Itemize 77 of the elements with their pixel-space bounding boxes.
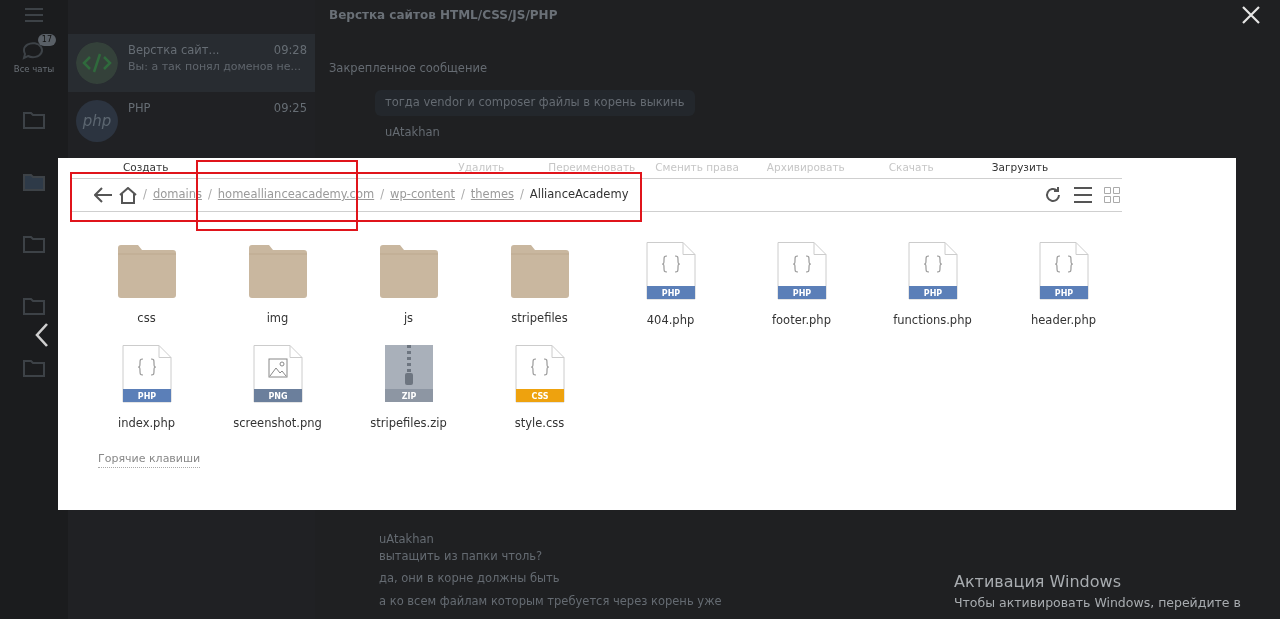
file-item[interactable]: js <box>343 242 474 330</box>
grid-view-icon[interactable] <box>1104 187 1120 203</box>
file-item[interactable]: img <box>212 242 343 330</box>
file-name: js <box>403 310 414 327</box>
folder-icon <box>117 242 176 298</box>
file-item[interactable]: ZIP stripefiles.zip <box>343 345 474 433</box>
file-name: style.css <box>514 415 565 433</box>
message-bubble: тогда vendor и composer файлы в корень выкинь <box>375 90 695 116</box>
file-item[interactable]: css <box>81 242 212 330</box>
code-file-icon: PHP <box>645 242 696 300</box>
code-file-icon: PHP <box>1038 242 1089 300</box>
message-text: да, они в корне должны быть <box>379 570 560 588</box>
file-name: index.php <box>118 415 175 433</box>
message-author: uAtakhan <box>385 123 440 141</box>
folder-icon <box>379 242 438 298</box>
file-item[interactable]: CSS style.css <box>474 345 605 433</box>
toolbar-button[interactable]: Загрузить <box>991 160 1049 176</box>
folder-tab[interactable]: Все чаты 17 <box>10 32 58 84</box>
zip-file-icon: ZIP <box>383 345 434 404</box>
code-file-icon: PHP <box>776 242 827 300</box>
file-item[interactable]: PHP header.php <box>998 242 1129 330</box>
file-name: 404.php <box>646 312 695 329</box>
file-name: stripefiles <box>511 310 568 327</box>
refresh-icon[interactable] <box>1044 186 1062 204</box>
chat-time: 09:25 <box>273 100 307 117</box>
file-item[interactable]: PHP functions.php <box>867 242 998 330</box>
file-item[interactable]: PHP index.php <box>81 345 212 433</box>
chat-preview: Вы: а так понял доменов не... <box>128 59 302 76</box>
file-name: footer.php <box>772 312 831 329</box>
code-avatar-icon <box>76 42 118 84</box>
chevron-left-icon[interactable] <box>34 322 50 348</box>
file-item[interactable]: PNG screenshot.png <box>212 345 343 433</box>
folder-icon <box>248 242 307 298</box>
activation-title: Активация Windows <box>954 571 1122 593</box>
chat-time: 09:28 <box>273 42 307 59</box>
file-item[interactable]: stripefiles <box>474 242 605 330</box>
path-separator: / <box>519 186 524 204</box>
unread-count: 17 <box>37 34 56 46</box>
menu-icon[interactable] <box>24 8 44 22</box>
hotkeys-link[interactable]: Горячие клавиши <box>98 450 201 468</box>
path-separator: / <box>380 186 385 204</box>
file-name: functions.php <box>893 312 972 329</box>
folder-icon <box>510 242 569 298</box>
folder-icon <box>22 296 46 316</box>
image-file-icon: PNG <box>252 345 303 404</box>
chat-title: PHP <box>128 100 151 117</box>
path-separator: / <box>207 186 212 204</box>
code-file-icon: CSS <box>514 345 565 404</box>
folder-label: Все чаты <box>13 62 55 76</box>
breadcrumb-current: AllianceAcademy <box>529 186 629 204</box>
list-view-icon[interactable] <box>1074 187 1092 203</box>
activation-text: Чтобы активировать Windows, перейдите в <box>954 594 1241 612</box>
file-name: header.php <box>1031 312 1096 329</box>
chat-title: Верстка сайт... <box>128 42 220 59</box>
code-file-icon: PHP <box>121 345 172 404</box>
folder-icon <box>22 110 46 130</box>
close-icon[interactable] <box>1240 4 1262 26</box>
file-item[interactable]: PHP 404.php <box>605 242 736 330</box>
reply-author: uAtakhan <box>379 530 434 548</box>
path-separator: / <box>460 186 465 204</box>
folder-icon <box>22 234 46 254</box>
file-item[interactable]: PHP footer.php <box>736 242 867 330</box>
folder-icon <box>22 358 46 378</box>
file-name: screenshot.png <box>233 415 322 433</box>
path-separator: / <box>143 186 147 204</box>
home-icon[interactable] <box>119 186 137 204</box>
file-name: css <box>137 310 156 327</box>
file-name: img <box>266 310 289 327</box>
reply-text: вытащить из папки чтоль? <box>379 548 543 565</box>
back-arrow-icon[interactable] <box>94 187 113 203</box>
pinned-message-label: Закрепленное сообщение <box>329 60 488 77</box>
code-file-icon: PHP <box>907 242 958 300</box>
toolbar-button[interactable]: Создать <box>123 160 169 176</box>
message-text: а ко всем файлам которым требуется через корень уже <box>379 592 722 610</box>
folder-icon <box>22 172 46 192</box>
file-name: stripefiles.zip <box>370 415 447 433</box>
chat-title: Верстка сайтов HTML/CSS/JS/PHP <box>329 7 558 24</box>
